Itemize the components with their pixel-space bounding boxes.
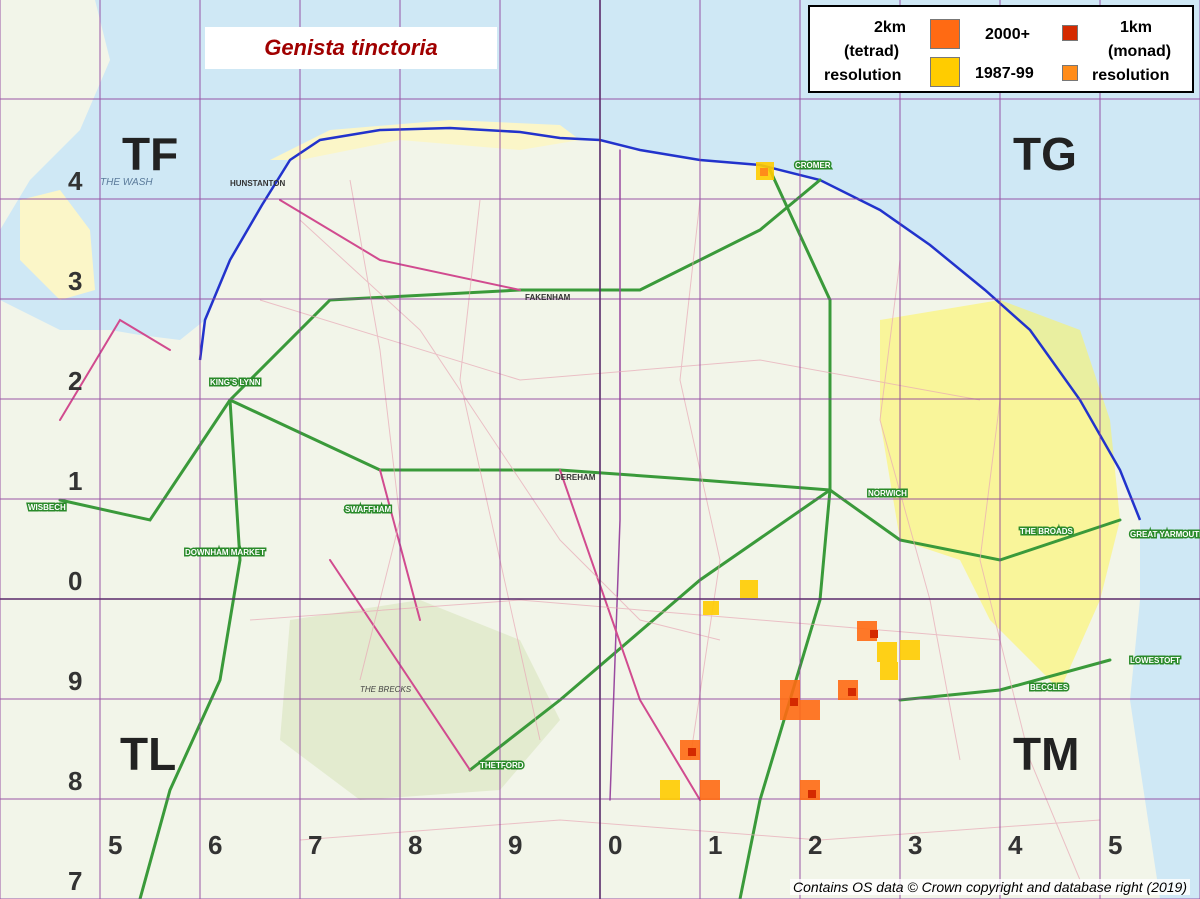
easting-label: 4 [1008,830,1023,860]
copyright-credit: Contains OS data © Crown copyright and d… [790,879,1190,895]
easting-label: 6 [208,830,222,860]
place-thetford: THETFORD [480,761,524,770]
legend-monad-label-2: (monad) [1108,43,1172,60]
place-lowestoft: LOWESTOFT [1130,656,1180,665]
square-TM: TM [1013,728,1079,780]
northing-label: 0 [68,566,82,596]
easting-label: 7 [308,830,322,860]
place-beccles: BECCLES [1030,683,1069,692]
northing-label: 1 [68,466,82,496]
northing-label: 8 [68,766,82,796]
square-TG: TG [1013,128,1077,180]
easting-label: 9 [508,830,522,860]
northing-label: 4 [68,166,83,196]
monad-record [760,168,768,176]
map-title: Genista tinctoria [264,35,438,60]
map-title-box: Genista tinctoria [205,27,497,69]
tetrad-record [880,662,898,680]
place-wisbech: WISBECH [28,503,66,512]
easting-label: 0 [608,830,622,860]
tetrad-record [703,601,719,615]
tetrad-record [700,780,720,800]
monad-record [688,748,696,756]
place-cromer: CROMER [795,161,831,170]
place-downham-market: DOWNHAM MARKET [185,548,265,557]
legend-monad-label-1: 1km [1120,19,1153,36]
place-dereham: DEREHAM [555,473,596,482]
monad-record [808,790,816,798]
place-kings-lynn: KING'S LYNN [210,378,261,387]
place-swaffham: SWAFFHAM [345,505,392,514]
northing-label: 7 [68,866,82,896]
easting-label: 3 [908,830,922,860]
place-the-brecks: THE BRECKS [360,685,412,694]
northing-label: 2 [68,366,82,396]
tetrad-record [780,680,800,700]
place-great-yarmouth: GREAT YARMOUTH [1130,530,1200,539]
legend-period-old: 1987-99 [975,65,1034,82]
distribution-map: HUNSTANTON CROMER KING'S LYNN FAKENHAM N… [0,0,1200,899]
tetrad-record [877,642,897,662]
monad-record [870,630,878,638]
place-the-broads: THE BROADS [1020,527,1074,536]
square-TL: TL [120,728,176,780]
legend-swatch-tetrad-old [930,57,960,87]
square-TF: TF [122,128,178,180]
legend-swatch-monad-recent [1062,25,1078,41]
legend-monad-label-3: resolution [1092,67,1170,84]
legend-swatch-tetrad-recent [930,19,960,49]
northing-label: 3 [68,266,82,296]
tetrad-record [660,780,680,800]
place-norwich: NORWICH [868,489,907,498]
legend-tetrad-label-1: 2km [874,19,907,36]
place-fakenham: FAKENHAM [525,293,571,302]
easting-label: 2 [808,830,822,860]
northing-label: 9 [68,666,82,696]
easting-label: 5 [1108,830,1122,860]
legend-tetrad-label-3: resolution [824,67,902,84]
easting-label: 1 [708,830,722,860]
legend-period-recent: 2000+ [985,26,1030,43]
monad-record [848,688,856,696]
legend-swatch-monad-old [1062,65,1078,81]
monad-record [790,698,798,706]
place-hunstanton: HUNSTANTON [230,179,285,188]
tetrad-record [900,640,920,660]
easting-label: 8 [408,830,422,860]
tetrad-record [800,700,820,720]
easting-label: 5 [108,830,122,860]
tetrad-record [740,580,758,598]
legend: 2km (tetrad) resolution 2000+ 1987-99 1k… [808,5,1194,93]
legend-tetrad-label-2: (tetrad) [844,43,900,60]
